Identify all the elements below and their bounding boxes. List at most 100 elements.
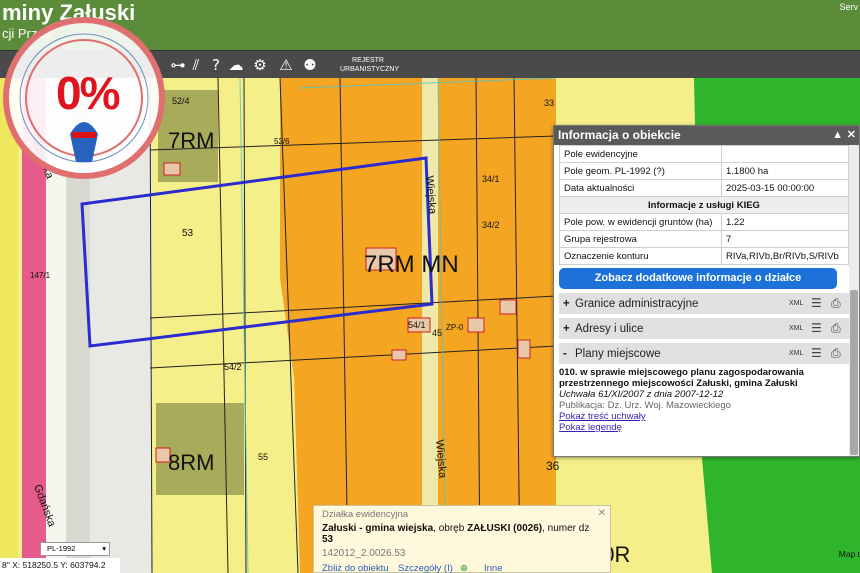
close-icon[interactable]: ✕	[847, 126, 856, 145]
prop-value: 7	[721, 230, 849, 248]
table-row: Oznaczenie konturu RIVa,RIVb,Br/RIVb,S/R…	[559, 247, 849, 265]
table-row: Grupa rejestrowa 7	[559, 230, 849, 248]
rejestr-line1: REJESTR	[352, 57, 384, 64]
prop-value: 1.22	[721, 213, 849, 231]
xml-export-button[interactable]: XML	[789, 343, 803, 365]
coordinates-readout: 8" X: 518250.5 Y: 603794.2	[0, 558, 120, 573]
collapse-section-icon: -	[563, 348, 567, 360]
people-icon[interactable]: ⚉	[300, 55, 320, 75]
details-link[interactable]: Szczegóły (I)	[398, 563, 453, 573]
svg-text:54/2: 54/2	[224, 362, 242, 372]
svg-text:ZP-0: ZP-0	[446, 323, 464, 332]
list-icon[interactable]: ☰	[811, 296, 822, 310]
collapse-icon[interactable]: ▲	[832, 126, 843, 145]
svg-text:52/6: 52/6	[274, 137, 290, 146]
rejestr-line2: URBANISTYCZNY	[340, 66, 400, 73]
section-label: Plany miejscowe	[575, 348, 661, 360]
svg-text:36: 36	[546, 459, 560, 473]
popup-numer: 53	[322, 534, 334, 545]
popup-obreb-label: , obręb	[433, 523, 468, 534]
prop-value	[721, 145, 849, 163]
more-info-button[interactable]: Zobacz dodatkowe informacje o działce	[559, 268, 837, 289]
popup-parcel-id: 142012_2.0026.53	[322, 548, 406, 559]
list-icon[interactable]: ☰	[811, 346, 822, 360]
add-icon[interactable]: ⊕	[460, 563, 468, 573]
prop-value: 1.1800 ha	[721, 162, 849, 180]
popup-links: Zbliż do obiektu Szczegóły (I) ⊕ Inne	[322, 563, 602, 573]
print-icon[interactable]: ⎙	[831, 321, 841, 335]
svg-text:53: 53	[182, 228, 194, 239]
crs-select[interactable]: PL-1992 ▾	[40, 542, 110, 556]
print-icon[interactable]: ⎙	[831, 346, 841, 360]
other-link[interactable]: Inne	[484, 563, 503, 573]
plan-title: 010. w sprawie miejscowego planu zagospo…	[559, 367, 804, 389]
local-plan-entry: 010. w sprawie miejscowego planu zagospo…	[559, 367, 849, 433]
hatch-icon[interactable]: ⫽	[186, 55, 206, 75]
table-row: Informacje z usługi KIEG	[559, 196, 849, 214]
zero-percent-badge: 0%	[56, 67, 121, 119]
map-type-label[interactable]: Map t	[839, 549, 860, 559]
xml-export-button[interactable]: XML	[789, 318, 803, 340]
ruler-icon[interactable]: ⊶	[168, 55, 188, 75]
section-label: Adresy i ulice	[575, 323, 644, 335]
plan-resolution: Uchwała 61/XI/2007 z dnia 2007-12-12	[559, 389, 724, 400]
zone-label-8rm: 8RM	[168, 450, 214, 475]
zoom-to-object-link[interactable]: Zbliż do obiektu	[322, 563, 389, 573]
remax-logo: 0%	[0, 14, 168, 182]
list-icon[interactable]: ☰	[811, 321, 822, 335]
popup-obreb: ZAŁUSKI (0026)	[467, 523, 543, 534]
chevron-down-icon: ▾	[102, 544, 106, 553]
xml-export-button[interactable]: XML	[789, 293, 803, 315]
svg-text:33: 33	[544, 98, 554, 108]
parcel-popup: Działka ewidencyjna Załuski - gmina wiej…	[313, 505, 611, 573]
expand-icon: +	[563, 298, 570, 310]
prop-key: Pole geom. PL-1992 (?)	[559, 162, 722, 180]
svg-text:34/1: 34/1	[482, 174, 500, 184]
section-granice[interactable]: + Granice administracyjne XML ☰ ⎙	[559, 292, 849, 314]
print-icon[interactable]: ⎙	[831, 296, 841, 310]
prop-key: Pole pow. w ewidencji gruntów (ha)	[559, 213, 722, 231]
section-plany[interactable]: - Plany miejscowe XML ☰ ⎙	[559, 342, 849, 364]
svg-text:54/1: 54/1	[408, 320, 426, 330]
warning-icon[interactable]: ⚠	[276, 55, 296, 75]
zone-label-7rm-mn: 7RM MN	[364, 251, 459, 278]
prop-value: RIVa,RIVb,Br/RIVb,S/RIVb	[721, 247, 849, 265]
popup-gmina: Załuski - gmina wiejska	[322, 523, 434, 534]
prop-key: Data aktualności	[559, 179, 722, 197]
parcel-properties-table: Pole ewidencyjne Pole geom. PL-1992 (?) …	[559, 145, 849, 265]
svg-text:34/2: 34/2	[482, 220, 500, 230]
close-icon[interactable]: ✕	[598, 508, 606, 519]
svg-text:55: 55	[258, 452, 268, 462]
table-row: Pole geom. PL-1992 (?) 1.1800 ha	[559, 162, 849, 180]
plan-publication: Publikacja: Dz. Urz. Woj. Mazowieckiego	[559, 400, 731, 411]
svg-text:52/4: 52/4	[172, 96, 190, 106]
help-icon[interactable]: ?	[206, 55, 226, 75]
section-label: Granice administracyjne	[575, 298, 699, 310]
show-legend-link[interactable]: Pokaż legendę	[559, 422, 849, 433]
crs-value: PL-1992	[47, 544, 76, 553]
scale-fragment: 8"	[2, 560, 10, 570]
info-panel-body: Pole ewidencyjne Pole geom. PL-1992 (?) …	[554, 145, 849, 456]
show-resolution-link[interactable]: Pokaż treść uchwały	[559, 411, 849, 422]
popup-parcel-description: Załuski - gmina wiejska, obręb ZAŁUSKI (…	[322, 523, 602, 545]
kieg-section-header: Informacje z usługi KIEG	[559, 196, 849, 214]
settings-icon[interactable]: ⚙	[250, 55, 270, 75]
info-panel-header: Informacja o obiekcie ▲ ✕	[554, 126, 859, 145]
expand-icon: +	[563, 323, 570, 335]
table-row: Pole pow. w ewidencji gruntów (ha) 1.22	[559, 213, 849, 231]
prop-key: Oznaczenie konturu	[559, 247, 722, 265]
coord-x: X: 518250.5	[12, 560, 58, 570]
prop-key: Pole ewidencyjne	[559, 145, 722, 163]
section-adresy[interactable]: + Adresy i ulice XML ☰ ⎙	[559, 317, 849, 339]
info-panel-title: Informacja o obiekcie	[558, 128, 681, 142]
panel-scrollbar[interactable]	[849, 145, 859, 456]
popup-caption: Działka ewidencyjna	[322, 509, 409, 520]
rejestr-urbanistyczny-button[interactable]: REJESTR URBANISTYCZNY	[340, 56, 400, 74]
svg-text:45: 45	[432, 328, 442, 338]
prop-key: Grupa rejestrowa	[559, 230, 722, 248]
zone-label-7rm: 7RM	[168, 128, 214, 153]
scrollbar-thumb[interactable]	[850, 290, 858, 455]
coord-y: Y: 603794.2	[60, 560, 106, 570]
cloud-icon[interactable]: ☁	[226, 55, 246, 75]
server-link[interactable]: Serv	[839, 2, 858, 12]
